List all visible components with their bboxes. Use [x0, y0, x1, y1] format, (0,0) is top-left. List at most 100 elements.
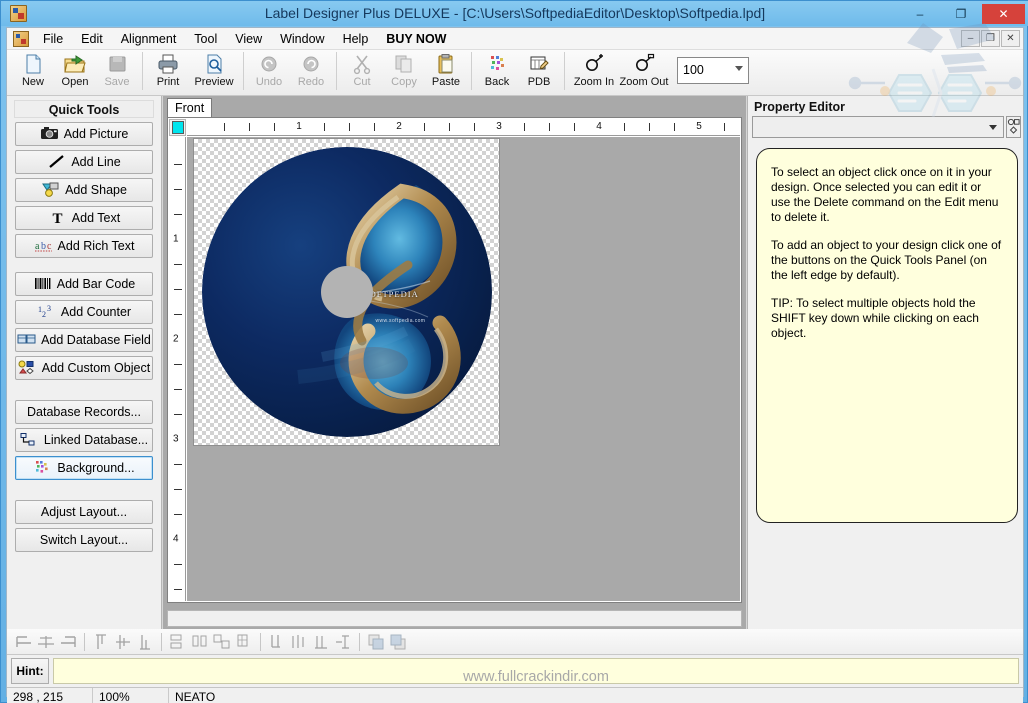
quick-tool-add-text[interactable]: T Add Text [15, 206, 153, 230]
same-height-icon[interactable] [189, 631, 211, 653]
menu-item-tool[interactable]: Tool [185, 30, 226, 48]
menu-item-file[interactable]: File [34, 30, 72, 48]
system-menu-icon[interactable] [13, 31, 29, 47]
quick-tool-switch-layout[interactable]: Switch Layout... [15, 528, 153, 552]
quick-tool-adjust-layout[interactable]: Adjust Layout... [15, 500, 153, 524]
same-size-icon[interactable] [211, 631, 233, 653]
menu-item-view[interactable]: View [226, 30, 271, 48]
window-frame: Label Designer Plus DELUXE - [C:\Users\S… [0, 0, 1028, 703]
align-middle-v-icon[interactable] [112, 631, 134, 653]
quick-tool-database-records[interactable]: Database Records... [15, 400, 153, 424]
tab-front[interactable]: Front [167, 98, 212, 117]
zoom-level-combobox[interactable]: 100 [677, 57, 749, 84]
toolbar-button-undo[interactable]: Undo [248, 50, 290, 94]
site-watermark: www.fullcrackindir.com [463, 669, 609, 685]
property-editor-help-note: To select an object click once on it in … [756, 148, 1018, 523]
quick-tool-add-database-field[interactable]: Add Database Field [15, 328, 153, 352]
ruler-tick-v [174, 314, 182, 315]
object-list-button[interactable] [1006, 116, 1021, 138]
ruler-tick-v [174, 564, 182, 565]
align-bottom-icon[interactable] [134, 631, 156, 653]
background-icon [485, 53, 509, 75]
quick-tool-add-line[interactable]: Add Line [15, 150, 153, 174]
toolbar-button-zoom-out[interactable]: Zoom Out [619, 50, 669, 94]
ruler-tick-h [724, 123, 725, 131]
disc-center-hole [321, 266, 373, 318]
toolbar-separator [359, 633, 360, 651]
quick-tool-add-custom-object[interactable]: Add Custom Object [15, 356, 153, 380]
close-button[interactable]: ✕ [982, 4, 1025, 24]
quick-tool-background[interactable]: Background... [15, 456, 153, 480]
ruler-number-v: 3 [173, 434, 179, 445]
toolbar-button-pdb[interactable]: PDB [518, 50, 560, 94]
quick-tool-add-counter[interactable]: 1 2 3 Add Counter [15, 300, 153, 324]
application-window: Label Designer Plus DELUXE - [C:\Users\S… [0, 0, 1028, 703]
ruler-tick-v [174, 464, 182, 465]
menu-item-help[interactable]: Help [334, 30, 378, 48]
hint-bar: Hint: www.fullcrackindir.com [7, 655, 1023, 687]
toolbar-button-cut[interactable]: Cut [341, 50, 383, 94]
align-top-icon[interactable] [90, 631, 112, 653]
cd-label-object[interactable]: SOFTPEDIA www.softpedia.com [202, 147, 492, 437]
align-right-icon[interactable] [57, 631, 79, 653]
ruler-tick-v [174, 489, 182, 490]
space-h-remove-icon[interactable] [332, 631, 354, 653]
bring-to-front-icon[interactable] [365, 631, 387, 653]
toolbar-separator [161, 633, 162, 651]
menu-item-alignment[interactable]: Alignment [112, 30, 186, 48]
database-field-icon [17, 332, 36, 348]
toolbar-button-zoom-in[interactable]: Zoom In [569, 50, 619, 94]
size-to-grid-icon[interactable] [233, 631, 255, 653]
quick-tool-add-picture[interactable]: Add Picture [15, 122, 153, 146]
disc-subtitle-text: www.softpedia.com [376, 318, 426, 324]
quick-tool-label: Add Rich Text [58, 239, 135, 253]
align-center-h-icon[interactable] [35, 631, 57, 653]
toolbar-button-back[interactable]: Back [476, 50, 518, 94]
menu-item-window[interactable]: Window [271, 30, 333, 48]
ruler-number-h: 2 [396, 121, 402, 132]
horizontal-ruler[interactable]: 12345 [187, 119, 740, 136]
mdi-close-button[interactable]: ✕ [1001, 30, 1020, 47]
toolbar-button-preview[interactable]: Preview [189, 50, 239, 94]
toolbar-button-print[interactable]: Print [147, 50, 189, 94]
ruler-tick-v [174, 589, 182, 590]
toolbar-button-redo[interactable]: Redo [290, 50, 332, 94]
toolbar-button-save[interactable]: Save [96, 50, 138, 94]
toolbar-button-paste[interactable]: Paste [425, 50, 467, 94]
designer-horizontal-scrollbar[interactable] [167, 610, 742, 627]
ruler-tick-h [324, 123, 325, 131]
hint-field: www.fullcrackindir.com [53, 658, 1019, 684]
space-h-equal-icon[interactable] [266, 631, 288, 653]
align-left-icon[interactable] [13, 631, 35, 653]
toolbar-button-open[interactable]: Open [54, 50, 96, 94]
property-object-selector[interactable] [752, 116, 1004, 138]
barcode-icon [33, 276, 52, 292]
design-canvas-container: 12345 1234 [167, 117, 742, 603]
send-to-back-icon[interactable] [387, 631, 409, 653]
space-h-increase-icon[interactable] [288, 631, 310, 653]
space-h-decrease-icon[interactable] [310, 631, 332, 653]
shape-icon [41, 182, 60, 198]
mdi-minimize-button[interactable]: – [961, 30, 980, 47]
label-sheet[interactable]: SOFTPEDIA www.softpedia.com [193, 138, 500, 446]
same-width-icon[interactable] [167, 631, 189, 653]
help-paragraph-2: To add an object to your design click on… [771, 238, 1003, 283]
maximize-button[interactable]: ❐ [941, 4, 981, 24]
ruler-origin-button[interactable] [169, 119, 186, 136]
help-paragraph-3: TIP: To select multiple objects hold the… [771, 296, 1003, 341]
menu-item-buy-now[interactable]: BUY NOW [377, 30, 455, 48]
quick-tool-add-bar-code[interactable]: Add Bar Code [15, 272, 153, 296]
toolbar-button-copy[interactable]: Copy [383, 50, 425, 94]
vertical-ruler[interactable]: 1234 [169, 137, 186, 601]
toolbar-separator [564, 52, 565, 90]
menu-item-edit[interactable]: Edit [72, 30, 112, 48]
quick-tool-add-shape[interactable]: Add Shape [15, 178, 153, 202]
quick-tool-add-rich-text[interactable]: a b c Add Rich Text [15, 234, 153, 258]
quick-tool-linked-database[interactable]: Linked Database... [15, 428, 153, 452]
design-canvas[interactable]: SOFTPEDIA www.softpedia.com [187, 137, 740, 601]
minimize-button[interactable]: – [900, 4, 940, 24]
mdi-restore-button[interactable]: ❐ [981, 30, 1000, 47]
background-icon [33, 460, 52, 476]
client-area: File Edit Alignment Tool View Window Hel… [6, 27, 1024, 697]
toolbar-button-new[interactable]: New [12, 50, 54, 94]
